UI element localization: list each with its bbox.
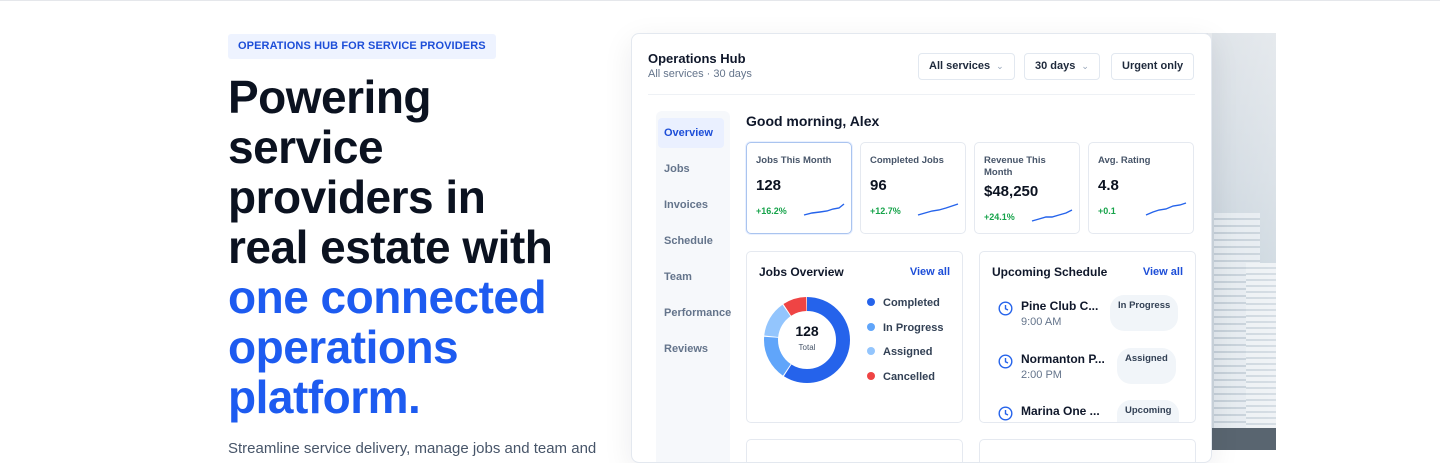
nav-label: Team xyxy=(664,271,692,283)
nav-label: Performance xyxy=(664,307,732,319)
stat-card-completed-jobs[interactable]: Completed Jobs 96 +12.7% xyxy=(860,142,966,234)
legend-dot xyxy=(867,298,875,306)
nav-item-performance[interactable]: Performance xyxy=(664,298,742,328)
status-badge: Upcoming xyxy=(1117,400,1180,422)
legend-item-in-progress: In Progress22 xyxy=(867,322,944,334)
hero-subtext: Streamline service delivery, manage jobs… xyxy=(228,440,597,457)
schedule-item[interactable]: Marina One ... Upcoming xyxy=(998,400,1188,422)
upcoming-schedule-panel: Upcoming Schedule View all Pine Club C..… xyxy=(979,251,1196,423)
stat-value: $48,250 xyxy=(984,183,1039,200)
nav-item-schedule[interactable]: Schedule xyxy=(664,226,742,256)
donut-total: 128 xyxy=(795,323,819,339)
schedule-item-name: Pine Club C... xyxy=(1021,299,1099,313)
clock-icon xyxy=(998,354,1013,369)
stat-change: +0.1 xyxy=(1098,206,1116,216)
stat-label: Avg. Rating xyxy=(1098,155,1151,166)
headline-line: service xyxy=(228,121,384,173)
legend-dot xyxy=(867,323,875,331)
header-divider xyxy=(648,94,1195,95)
stat-value: 96 xyxy=(870,177,887,194)
schedule-item-time: 2:00 PM xyxy=(1021,369,1062,381)
nav-label: Invoices xyxy=(664,199,709,211)
headline-accent-line: one connected xyxy=(228,271,547,323)
panel-title: Upcoming Schedule xyxy=(992,265,1108,279)
legend-label: In Progress xyxy=(883,322,944,334)
headline-line: real estate with xyxy=(228,221,553,273)
jobs-donut-chart xyxy=(764,297,850,383)
stat-change: +16.2% xyxy=(756,206,787,216)
legend-dot xyxy=(867,372,875,380)
jobs-overview-panel: Jobs Overview View all 128 Total Complet… xyxy=(746,251,963,423)
services-filter-select[interactable]: All services ⌄ xyxy=(918,53,1015,80)
stat-change: +12.7% xyxy=(870,206,901,216)
stat-card-jobs-this-month[interactable]: Jobs This Month 128 +16.2% xyxy=(746,142,852,234)
top-divider xyxy=(0,0,1440,1)
chevron-down-icon: ⌄ xyxy=(1081,61,1089,71)
legend-label: Completed xyxy=(883,297,940,309)
nav-label: Overview xyxy=(664,127,713,139)
headline-line: providers in xyxy=(228,171,486,223)
status-badge: Assigned xyxy=(1117,348,1176,384)
jobs-view-all-link[interactable]: View all xyxy=(910,266,950,278)
legend-label: Cancelled xyxy=(883,371,935,383)
clock-icon xyxy=(998,301,1013,316)
stat-card-avg-rating[interactable]: Avg. Rating 4.8 +0.1 xyxy=(1088,142,1194,234)
period-filter-label: 30 days xyxy=(1035,60,1076,72)
schedule-item[interactable]: Pine Club C... 9:00 AM In Progress xyxy=(998,295,1188,339)
services-filter-label: All services xyxy=(929,60,991,72)
legend-item-assigned: Assigned18 xyxy=(867,346,933,358)
nav-item-overview[interactable]: Overview xyxy=(658,118,742,148)
nav-item-reviews[interactable]: Reviews xyxy=(664,334,742,364)
urgent-only-button[interactable]: Urgent only xyxy=(1111,53,1195,80)
greeting: Good morning, Alex xyxy=(746,113,880,129)
legend-dot xyxy=(867,347,875,355)
schedule-item-name: Marina One ... xyxy=(1021,404,1100,418)
nav-label: Jobs xyxy=(664,163,690,175)
dashboard-card: Operations Hub All services · 30 days Al… xyxy=(631,33,1212,463)
dashboard-subtitle: All services · 30 days xyxy=(648,68,752,80)
stat-value: 4.8 xyxy=(1098,177,1119,194)
nav-item-invoices[interactable]: Invoices xyxy=(664,190,742,220)
schedule-item-name: Normanton P... xyxy=(1021,352,1105,366)
donut-total-label: Total xyxy=(798,343,816,352)
headline-accent-line: platform. xyxy=(228,371,421,423)
sparkline xyxy=(803,203,845,216)
stat-label: Revenue This Month xyxy=(984,155,1046,178)
nav-label: Schedule xyxy=(664,235,713,247)
nav-item-jobs[interactable]: Jobs xyxy=(664,154,742,184)
dashboard-title: Operations Hub xyxy=(648,51,746,66)
nav-item-team[interactable]: Team xyxy=(664,262,742,292)
hero-badge: OPERATIONS HUB FOR SERVICE PROVIDERS xyxy=(228,34,496,59)
sparkline xyxy=(1031,209,1073,222)
stat-value: 128 xyxy=(756,177,782,194)
stat-change: +24.1% xyxy=(984,212,1015,222)
legend-label: Assigned xyxy=(883,346,933,358)
sparkline xyxy=(917,203,959,216)
period-filter-select[interactable]: 30 days ⌄ xyxy=(1024,53,1100,80)
stat-card-revenue[interactable]: Revenue This Month $48,250 +24.1% xyxy=(974,142,1080,234)
legend-item-cancelled: Cancelled12 xyxy=(867,371,935,383)
schedule-view-all-link[interactable]: View all xyxy=(1143,266,1183,278)
sparkline xyxy=(1145,202,1187,216)
stat-label: Completed Jobs xyxy=(870,155,944,166)
schedule-item[interactable]: Normanton P... 2:00 PM Assigned xyxy=(998,348,1188,392)
lower-panel xyxy=(746,439,963,462)
chevron-down-icon: ⌄ xyxy=(996,61,1004,71)
status-badge: In Progress xyxy=(1110,295,1179,331)
legend-item-completed: Completed76 xyxy=(867,297,940,309)
headline-line: Powering xyxy=(228,71,432,123)
headline-accent-line: operations xyxy=(228,321,459,373)
clock-icon xyxy=(998,406,1013,421)
schedule-item-time: 9:00 AM xyxy=(1021,316,1062,328)
stat-label: Jobs This Month xyxy=(756,155,832,166)
lower-panel xyxy=(979,439,1196,462)
hero-headline: Powering service providers in real estat… xyxy=(228,72,618,422)
urgent-only-label: Urgent only xyxy=(1122,60,1184,72)
nav-label: Reviews xyxy=(664,343,709,355)
panel-title: Jobs Overview xyxy=(759,265,844,279)
